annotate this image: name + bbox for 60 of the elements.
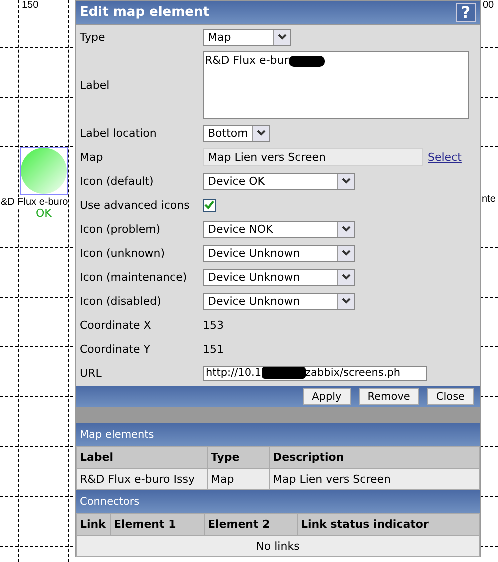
field-label: Label location [80, 126, 158, 140]
caret-down-icon [342, 178, 350, 184]
field-label: Map [80, 150, 104, 164]
column-header: Label [76, 446, 208, 468]
empty-message: No links [76, 536, 480, 556]
label-textarea[interactable]: R&D Flux e-bur [203, 51, 469, 119]
node-status: OK [36, 207, 52, 220]
coordinate-value: 151 [203, 342, 224, 356]
node-label: nte [482, 194, 496, 205]
field-label: Icon (problem) [80, 222, 162, 236]
dialog-button[interactable]: Apply [303, 388, 351, 405]
ruler-label: 00 [483, 0, 494, 11]
caret-down-icon [256, 130, 266, 136]
field-label: Icon (disabled) [80, 294, 162, 308]
table-cell: Map [208, 468, 270, 490]
column-header: Element 2 [204, 514, 298, 536]
dialog-title: Edit map element [80, 5, 210, 20]
caret-down-icon [342, 250, 350, 256]
dropdown[interactable]: Bottom [203, 124, 270, 142]
dialog-button[interactable]: Remove [358, 388, 420, 405]
dropdown[interactable]: Device Unknown [203, 244, 355, 262]
redaction-mark [262, 367, 306, 379]
map-node-icon[interactable] [20, 147, 68, 195]
url-field[interactable]: http://10.1 zabbix/screens.ph [203, 366, 427, 380]
caret-down-icon [342, 226, 350, 232]
section-title: Map elements [80, 428, 154, 440]
dialog-button[interactable]: Close [427, 388, 474, 405]
ruler-label: 150 [22, 0, 39, 11]
table-cell: Map Lien vers Screen [270, 468, 480, 490]
dropdown[interactable]: Device NOK [203, 220, 355, 238]
section-title: Connectors [80, 496, 140, 508]
field-label: Coordinate X [80, 318, 152, 332]
column-header: Link [76, 514, 110, 536]
column-header: Type [208, 446, 270, 468]
dropdown[interactable]: Device Unknown [203, 292, 355, 310]
field-label: Type [80, 30, 106, 44]
help-button[interactable]: ? [456, 3, 476, 22]
checkbox[interactable] [203, 198, 216, 212]
field-label: Label [80, 78, 111, 92]
column-header: Description [270, 446, 480, 468]
dropdown[interactable]: Device Unknown [203, 268, 355, 286]
map-field: Map Lien vers Screen [203, 148, 423, 166]
node-label: &D Flux e-buro [1, 197, 68, 208]
field-label: Icon (unknown) [80, 246, 166, 260]
field-label: Icon (maintenance) [80, 270, 188, 284]
caret-down-icon [278, 34, 286, 40]
dropdown[interactable]: Map [203, 28, 291, 46]
field-label: Use advanced icons [80, 198, 191, 212]
redaction-mark [288, 56, 325, 67]
field-label: Coordinate Y [80, 342, 152, 356]
table-cell: R&D Flux e-buro Issy [76, 468, 208, 490]
caret-down-icon [342, 274, 350, 280]
column-header: Element 1 [110, 514, 204, 536]
field-label: Icon (default) [80, 174, 155, 188]
select-link[interactable]: Select [428, 150, 462, 164]
dropdown[interactable]: Device OK [203, 172, 355, 190]
field-label: URL [80, 366, 103, 380]
column-header: Link status indicator [298, 514, 480, 536]
caret-down-icon [342, 298, 350, 304]
coordinate-value: 153 [203, 318, 224, 332]
